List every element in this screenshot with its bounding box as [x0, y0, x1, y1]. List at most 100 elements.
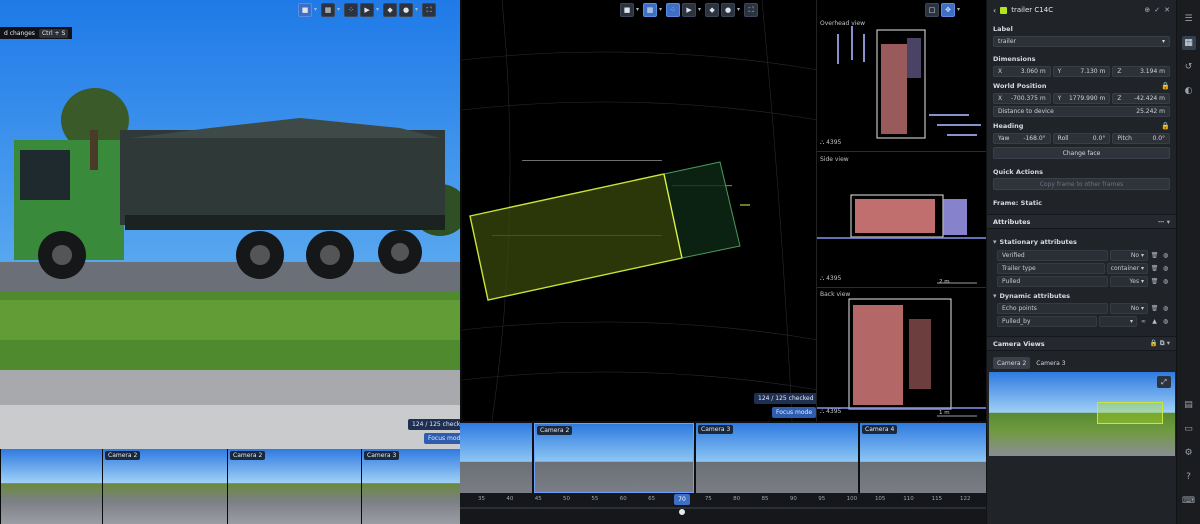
- trash-icon[interactable]: 🗑: [1150, 263, 1159, 274]
- label-select[interactable]: trailer ▾: [993, 36, 1170, 47]
- check-icon[interactable]: ✓: [1154, 6, 1160, 14]
- attributes-section-header[interactable]: Attributes ⋯ ▾: [987, 214, 1176, 229]
- pos-y-field[interactable]: Y 1779.990 m: [1052, 93, 1111, 104]
- back-chevron-icon[interactable]: ‹: [993, 6, 996, 15]
- camera-icon[interactable]: ■: [620, 3, 634, 17]
- palette-icon[interactable]: ◍: [1161, 250, 1170, 261]
- tab-camera-3[interactable]: Camera 3: [1032, 357, 1069, 369]
- color-icon[interactable]: ●: [721, 3, 736, 17]
- color-icon[interactable]: ●: [399, 3, 414, 17]
- frame-timeline[interactable]: 35 40 45 50 55 60 65 70 75 80 85 90 95 100 105 110 115 12…: [460, 493, 986, 524]
- chevron-down-icon[interactable]: ▾: [376, 3, 379, 17]
- palette-icon[interactable]: ◍: [1161, 263, 1170, 274]
- camera-views-actions[interactable]: 🔒 ⧉ ▾: [1149, 339, 1170, 348]
- thumb-camera-4[interactable]: Camera 3: [361, 449, 460, 524]
- warning-icon[interactable]: ▲: [1150, 316, 1159, 327]
- left-camera-view[interactable]: [0, 0, 460, 449]
- attributes-menu[interactable]: ⋯ ▾: [1158, 218, 1170, 226]
- side-view[interactable]: Side view 2 m ⛬ 4395: [817, 153, 987, 288]
- dim-y-field[interactable]: Y 7.130 m: [1052, 66, 1111, 77]
- grid-panel-icon[interactable]: ▦: [1181, 36, 1196, 50]
- points-icon[interactable]: ⁘: [344, 3, 359, 17]
- palette-icon[interactable]: ◍: [1161, 316, 1170, 327]
- pos-z-field[interactable]: Z -42.424 m: [1112, 93, 1171, 104]
- lock-icon[interactable]: 🔒: [1161, 82, 1170, 90]
- trash-icon[interactable]: 🗑: [1150, 276, 1159, 287]
- pitch-field[interactable]: Pitch 0.0°: [1112, 133, 1171, 144]
- roll-field[interactable]: Roll 0.0°: [1052, 133, 1111, 144]
- history-icon[interactable]: ↺: [1182, 60, 1196, 74]
- pointcloud-3d-view[interactable]: [460, 0, 819, 422]
- settings-icon[interactable]: ⚙: [1182, 446, 1196, 460]
- fullscreen-icon[interactable]: ⛶: [422, 3, 437, 17]
- thumb-camera-2[interactable]: Camera 2: [102, 449, 227, 524]
- change-face-button[interactable]: Change face: [993, 147, 1170, 159]
- dimensions-title: Dimensions: [993, 55, 1036, 63]
- close-icon[interactable]: ✕: [1164, 6, 1170, 14]
- attr-value-select[interactable]: No ▾: [1110, 250, 1148, 261]
- attr-value-select[interactable]: container ▾: [1106, 263, 1148, 274]
- chevron-down-icon[interactable]: ▾: [698, 3, 701, 17]
- stationary-title-row[interactable]: ▾ Stationary attributes: [993, 238, 1170, 246]
- chevron-down-icon[interactable]: ▾: [636, 3, 639, 17]
- strip-camera-2[interactable]: Camera 2: [534, 423, 694, 493]
- timeline-current-marker[interactable]: 70: [674, 494, 690, 505]
- grid-icon[interactable]: ▦: [643, 3, 658, 17]
- layers-icon[interactable]: ◆: [705, 3, 720, 17]
- pos-y-value: 1779.990 m: [1068, 95, 1106, 102]
- frame-label: Frame: Static: [993, 199, 1043, 207]
- focus-mode-button[interactable]: Focus mode: [772, 407, 817, 418]
- camera-icon[interactable]: ■: [298, 3, 312, 17]
- strip-camera-1[interactable]: [460, 423, 532, 493]
- camera-view-preview[interactable]: ⤢: [989, 372, 1175, 456]
- pos-x-field[interactable]: X -700.375 m: [993, 93, 1051, 104]
- points-icon[interactable]: ⁘: [666, 3, 681, 17]
- palette-icon[interactable]: ◐: [1182, 84, 1196, 98]
- copy-frames-button[interactable]: Copy frame to other frames: [993, 178, 1170, 190]
- strip-camera-4[interactable]: Camera 4: [860, 423, 986, 493]
- video-icon[interactable]: ▶: [682, 3, 697, 17]
- layers-icon[interactable]: ◆: [383, 3, 398, 17]
- expand-icon[interactable]: ⤢: [1157, 376, 1171, 388]
- strip-camera-3[interactable]: Camera 3: [696, 423, 858, 493]
- video-icon[interactable]: ▶: [360, 3, 375, 17]
- dynamic-title-row[interactable]: ▾ Dynamic attributes: [993, 292, 1170, 300]
- lock-icon[interactable]: 🔒: [1161, 122, 1170, 130]
- chevron-down-icon[interactable]: ▾: [659, 3, 662, 17]
- trash-icon[interactable]: 🗑: [1150, 250, 1159, 261]
- keyboard-icon[interactable]: ⌨: [1182, 494, 1196, 508]
- inspector-header: ‹ trailer C14C ⊕ ✓ ✕: [993, 4, 1170, 16]
- target-icon[interactable]: ⊕: [1144, 6, 1150, 14]
- heading-header: Heading 🔒: [993, 122, 1170, 130]
- timeline-cursor[interactable]: [679, 509, 685, 515]
- attr-value-select[interactable]: No ▾: [1110, 303, 1148, 314]
- distance-field: Distance to device 25.242 m: [993, 106, 1170, 117]
- palette-icon[interactable]: ◍: [1161, 303, 1170, 314]
- camera-views-section-header[interactable]: Camera Views 🔒 ⧉ ▾: [987, 336, 1176, 351]
- chevron-down-icon[interactable]: ▾: [314, 3, 317, 17]
- thumb-camera-1[interactable]: [0, 449, 102, 524]
- yaw-field[interactable]: Yaw -168.0°: [993, 133, 1051, 144]
- grid-icon[interactable]: ▦: [321, 3, 336, 17]
- chevron-down-icon[interactable]: ▾: [415, 3, 418, 17]
- overhead-view[interactable]: Overhead view ⛬ 4395: [817, 14, 987, 152]
- fullscreen-icon[interactable]: ⛶: [744, 3, 759, 17]
- chevron-down-icon[interactable]: ▾: [737, 3, 740, 17]
- help-icon[interactable]: ?: [1182, 470, 1196, 484]
- list-icon[interactable]: ☰: [1182, 12, 1196, 26]
- book-icon[interactable]: ▤: [1182, 398, 1196, 412]
- timeline-tick: 35: [478, 496, 485, 502]
- palette-icon[interactable]: ◍: [1161, 276, 1170, 287]
- tab-camera-2[interactable]: Camera 2: [993, 357, 1031, 369]
- link-icon[interactable]: ∞: [1139, 316, 1148, 327]
- chat-icon[interactable]: ▭: [1182, 422, 1196, 436]
- chevron-down-icon[interactable]: ▾: [337, 3, 340, 17]
- dimensions-row: X 3.060 m Y 7.130 m Z 3.194 m: [993, 66, 1171, 77]
- attr-value-select[interactable]: ▾: [1099, 316, 1137, 327]
- back-view[interactable]: Back view 1 m ⛬ 4395: [817, 289, 987, 421]
- dim-x-field[interactable]: X 3.060 m: [993, 66, 1051, 77]
- trash-icon[interactable]: 🗑: [1150, 303, 1159, 314]
- dim-z-field[interactable]: Z 3.194 m: [1112, 66, 1171, 77]
- attr-value-select[interactable]: Yes ▾: [1110, 276, 1148, 287]
- thumb-camera-3[interactable]: Camera 2: [227, 449, 361, 524]
